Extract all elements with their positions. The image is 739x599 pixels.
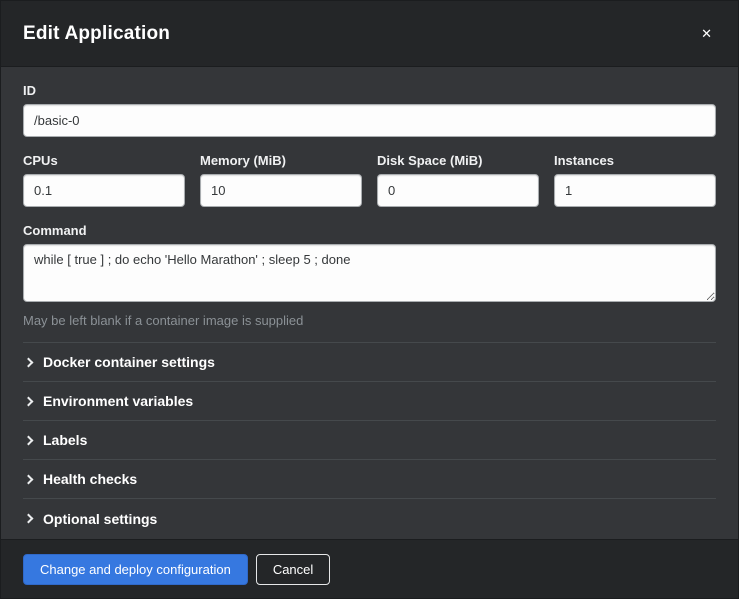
section-label: Docker container settings xyxy=(43,354,215,370)
memory-label: Memory (MiB) xyxy=(200,153,362,168)
memory-field: Memory (MiB) xyxy=(200,153,362,207)
section-health-checks[interactable]: Health checks xyxy=(23,460,716,499)
cpus-input[interactable] xyxy=(23,174,185,207)
section-environment-variables[interactable]: Environment variables xyxy=(23,382,716,421)
id-field: ID xyxy=(23,83,716,137)
instances-input[interactable] xyxy=(554,174,716,207)
disk-space-field: Disk Space (MiB) xyxy=(377,153,539,207)
section-label: Environment variables xyxy=(43,393,193,409)
modal-title: Edit Application xyxy=(23,23,170,45)
section-labels[interactable]: Labels xyxy=(23,421,716,460)
instances-label: Instances xyxy=(554,153,716,168)
cpus-field: CPUs xyxy=(23,153,185,207)
command-label: Command xyxy=(23,223,716,238)
command-textarea[interactable]: while [ true ] ; do echo 'Hello Marathon… xyxy=(23,244,716,302)
chevron-right-icon xyxy=(24,357,34,367)
id-label: ID xyxy=(23,83,716,98)
section-docker-container-settings[interactable]: Docker container settings xyxy=(23,343,716,382)
disk-space-label: Disk Space (MiB) xyxy=(377,153,539,168)
change-and-deploy-button[interactable]: Change and deploy configuration xyxy=(23,554,248,585)
instances-field: Instances xyxy=(554,153,716,207)
modal-body: ID CPUs Memory (MiB) Disk Space (MiB) In… xyxy=(1,67,738,539)
disk-space-input[interactable] xyxy=(377,174,539,207)
chevron-right-icon xyxy=(24,514,34,524)
chevron-right-icon xyxy=(24,474,34,484)
close-icon[interactable]: ✕ xyxy=(697,23,716,44)
section-label: Health checks xyxy=(43,471,137,487)
chevron-right-icon xyxy=(24,435,34,445)
edit-application-modal: Edit Application ✕ ID CPUs Memory (MiB) … xyxy=(0,0,739,599)
cpus-label: CPUs xyxy=(23,153,185,168)
memory-input[interactable] xyxy=(200,174,362,207)
chevron-right-icon xyxy=(24,396,34,406)
modal-footer: Change and deploy configuration Cancel xyxy=(1,539,738,598)
resources-row: CPUs Memory (MiB) Disk Space (MiB) Insta… xyxy=(23,153,716,207)
command-field: Command while [ true ] ; do echo 'Hello … xyxy=(23,223,716,328)
section-optional-settings[interactable]: Optional settings xyxy=(23,499,716,538)
id-input[interactable] xyxy=(23,104,716,137)
command-help-text: May be left blank if a container image i… xyxy=(23,313,716,328)
modal-header: Edit Application ✕ xyxy=(1,1,738,67)
section-label: Labels xyxy=(43,432,87,448)
collapsible-sections: Docker container settings Environment va… xyxy=(23,342,716,538)
cancel-button[interactable]: Cancel xyxy=(256,554,330,585)
section-label: Optional settings xyxy=(43,511,157,527)
